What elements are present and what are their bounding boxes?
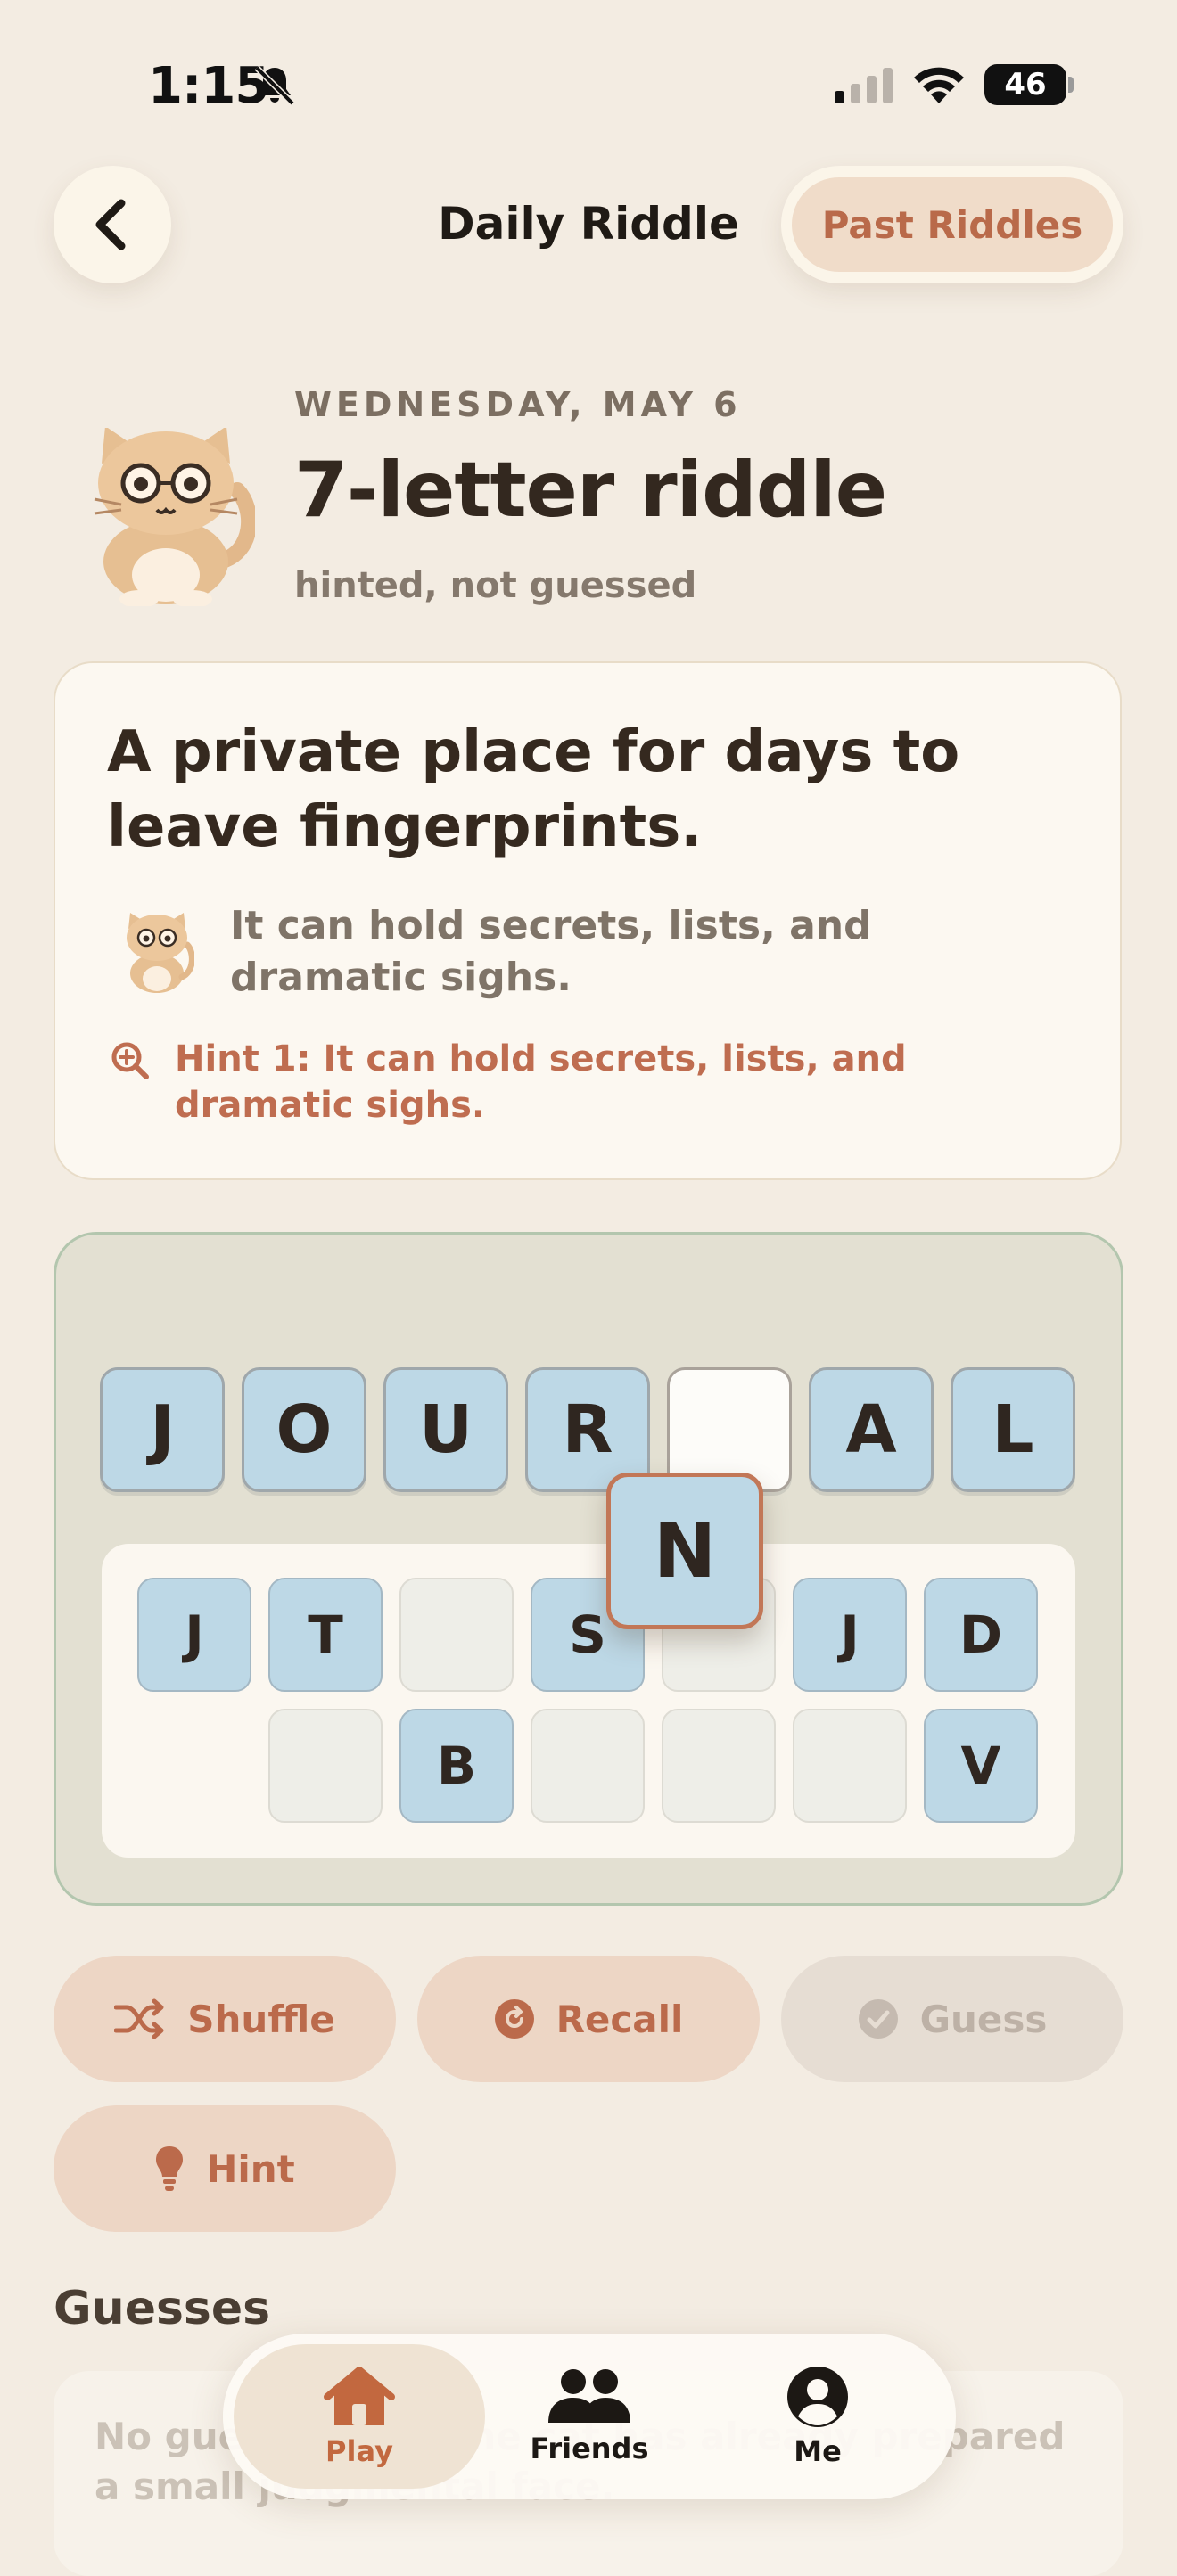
cat-avatar-icon xyxy=(127,913,194,993)
recall-icon xyxy=(494,1999,534,2039)
shuffle-button[interactable]: Shuffle xyxy=(54,1956,396,2082)
page-title: Daily Riddle xyxy=(438,198,739,250)
bell-slash-icon xyxy=(254,65,295,106)
cat-note: It can hold secrets, lists, and dramatic… xyxy=(230,903,872,1000)
letter-tile[interactable]: J xyxy=(793,1578,907,1692)
checkmark-circle-icon xyxy=(858,1999,898,2039)
tab-friends-label: Friends xyxy=(530,2432,649,2465)
tab-friends[interactable]: Friends xyxy=(482,2334,696,2499)
hint-label: Hint xyxy=(206,2146,295,2191)
cellular-signal-icon xyxy=(835,68,893,103)
letter-tile-empty xyxy=(268,1709,383,1823)
letter-tile-empty xyxy=(531,1709,645,1823)
recall-label: Recall xyxy=(556,1997,684,2041)
hint-button[interactable]: Hint xyxy=(54,2105,396,2232)
shuffle-icon xyxy=(114,1998,164,2039)
letter-tile-empty xyxy=(793,1709,907,1823)
riddle-clue: A private place for days to leave finger… xyxy=(107,719,960,860)
answer-slot[interactable]: U xyxy=(383,1367,508,1492)
magnifier-plus-icon xyxy=(111,1042,149,1079)
letter-tile-empty xyxy=(399,1578,514,1692)
shuffle-label: Shuffle xyxy=(187,1997,335,2041)
back-button[interactable] xyxy=(54,166,171,283)
answer-slot[interactable]: A xyxy=(809,1367,934,1492)
lightbulb-icon xyxy=(156,2146,184,2191)
battery-tip xyxy=(1068,77,1074,93)
revealed-hint: Hint 1: It can hold secrets, lists, and … xyxy=(175,1038,907,1126)
letter-tile[interactable]: D xyxy=(924,1578,1038,1692)
tab-me-label: Me xyxy=(794,2434,842,2468)
dragging-letter-tile[interactable]: N xyxy=(606,1473,763,1629)
tab-play-label: Play xyxy=(325,2434,393,2468)
recall-button[interactable]: Recall xyxy=(417,1956,760,2082)
person-circle-icon xyxy=(787,2367,848,2427)
guess-label: Guess xyxy=(919,1997,1048,2041)
riddle-title: 7-letter riddle xyxy=(294,446,887,535)
house-icon xyxy=(324,2367,395,2425)
letter-tile-empty xyxy=(662,1709,776,1823)
answer-slot[interactable]: O xyxy=(242,1367,366,1492)
letter-tile[interactable]: V xyxy=(924,1709,1038,1823)
wifi-icon xyxy=(914,67,964,103)
battery-indicator: 46 xyxy=(984,64,1066,105)
status-time: 1:15 xyxy=(148,57,269,115)
riddle-date: WEDNESDAY, MAY 6 xyxy=(294,385,742,424)
past-riddles-label: Past Riddles xyxy=(792,177,1113,272)
answer-slot[interactable]: J xyxy=(100,1367,225,1492)
guesses-heading: Guesses xyxy=(54,2282,271,2335)
letter-tile[interactable]: T xyxy=(268,1578,383,1692)
guess-button[interactable]: Guess xyxy=(781,1956,1124,2082)
past-riddles-button[interactable]: Past Riddles xyxy=(781,166,1124,283)
people-icon xyxy=(548,2369,630,2423)
letter-tile[interactable]: B xyxy=(399,1709,514,1823)
tab-me[interactable]: Me xyxy=(711,2334,925,2499)
riddle-status: hinted, not guessed xyxy=(294,565,697,606)
cat-mascot-icon xyxy=(94,428,255,606)
chevron-left-icon xyxy=(95,199,126,250)
tab-play[interactable]: Play xyxy=(252,2334,466,2499)
letter-tile[interactable]: J xyxy=(137,1578,251,1692)
answer-slot[interactable]: L xyxy=(951,1367,1075,1492)
